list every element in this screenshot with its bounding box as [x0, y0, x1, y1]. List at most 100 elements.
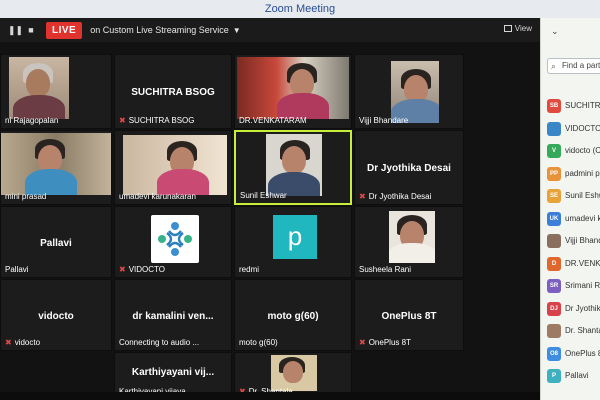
participant-video: [123, 135, 227, 195]
participant-tile[interactable]: ni Rajagopalan: [0, 54, 112, 129]
participant-list-name: Sunil Eshw: [565, 191, 600, 200]
participant-name: umadevi karunakaran: [119, 192, 196, 201]
participant-tile[interactable]: SUCHITRA BSOG ✖ SUCHITRA BSOG: [114, 54, 232, 129]
participant-name-text: vidocto: [14, 338, 41, 347]
participant-tile[interactable]: ✖ VIDOCTO: [114, 206, 232, 278]
participant-list-item[interactable]: P Pallavi: [547, 368, 600, 384]
grid-view-icon: [503, 25, 512, 32]
participant-search-input[interactable]: ⌕ Find a parti: [547, 58, 600, 74]
participant-name: moto g(60): [239, 338, 278, 347]
participant-video: [389, 211, 435, 263]
participant-status: Connecting to audio ...: [119, 338, 200, 347]
participant-tile[interactable]: Susheela Rani: [354, 206, 464, 278]
participant-list-name: Srimani Raja: [565, 281, 600, 290]
avatar: UK: [547, 211, 561, 226]
participant-list-item[interactable]: Vijji Bhandare: [547, 233, 600, 249]
bottom-edge: [0, 392, 540, 400]
mic-muted-icon: ✖: [359, 192, 366, 201]
vidocto-logo-mark: [158, 222, 192, 256]
participant-name: DR.VENKATARAM: [239, 116, 307, 125]
participant-tile[interactable]: moto g(60) moto g(60): [234, 279, 352, 351]
view-button[interactable]: View: [503, 24, 532, 33]
participant-list-item[interactable]: D DR.VENKAT: [547, 256, 600, 272]
participant-list-name: vidocto (C: [565, 146, 600, 155]
participant-name: ✖ VIDOCTO: [119, 265, 165, 274]
zoom-screen: Zoom Meeting ❚❚ ■ LIVE on Custom Live St…: [0, 0, 600, 400]
participant-video: [1, 133, 111, 195]
participant-tile[interactable]: OnePlus 8T ✖ OnePlus 8T: [354, 279, 464, 351]
stream-service-label[interactable]: on Custom Live Streaming Service: [90, 25, 229, 35]
avatar: V: [547, 144, 561, 158]
participant-list-name: umadevi k: [565, 213, 600, 223]
search-icon: ⌕: [551, 61, 557, 71]
participant-search-placeholder: Find a parti: [562, 61, 600, 70]
participant-tile-active-speaker[interactable]: Sunil Eshwar: [234, 130, 352, 205]
participant-name: Sunil Eshwar: [240, 191, 287, 200]
pause-icon[interactable]: ❚❚: [8, 25, 23, 35]
meeting-toolbar: ❚❚ ■ LIVE on Custom Live Streaming Servi…: [0, 18, 540, 42]
participant-tile[interactable]: mini prasad: [0, 130, 112, 205]
avatar: SB: [547, 99, 561, 113]
participant-name-text: SUCHITRA BSOG: [128, 116, 195, 125]
avatar: [547, 324, 561, 338]
participant-tile[interactable]: umadevi karunakaran: [114, 130, 232, 205]
participant-list-name: padmini pr: [565, 168, 600, 178]
participant-tile[interactable]: Vijji Bhandare: [354, 54, 464, 129]
participant-list-item[interactable]: PP padmini pr: [547, 166, 600, 182]
participant-list-item[interactable]: O8 OnePlus 8T: [547, 346, 600, 362]
participant-name: ni Rajagopalan: [5, 116, 59, 125]
participant-name: ✖ vidocto: [5, 338, 40, 347]
participant-list-item[interactable]: UK umadevi k: [547, 211, 600, 227]
participant-video: [9, 57, 69, 119]
participant-list-item[interactable]: Dr. Shantala: [547, 323, 600, 339]
participant-list-item[interactable]: Vvidocto (C: [547, 143, 600, 159]
participant-tile[interactable]: Dr Jyothika Desai ✖ Dr Jyothika Desai: [354, 130, 464, 205]
participant-video: [391, 61, 439, 123]
participant-center-name: Pallavi: [40, 237, 72, 249]
participant-name: Susheela Rani: [359, 265, 412, 274]
participant-center-name: Dr Jyothika Desai: [367, 163, 451, 175]
avatar: [547, 234, 561, 248]
participant-center-name: OnePlus 8T: [381, 310, 437, 322]
participant-list-item[interactable]: SB SUCHITRA: [547, 98, 600, 114]
participant-tile[interactable]: Pallavi Pallavi: [0, 206, 112, 278]
mic-muted-icon: ✖: [359, 338, 366, 347]
participant-center-name: SUCHITRA BSOG: [131, 87, 215, 99]
avatar: D: [547, 256, 561, 271]
participant-center-name: vidocto: [38, 310, 74, 322]
participant-tile[interactable]: dr kamalini ven... Connecting to audio .…: [114, 279, 232, 351]
participant-tile[interactable]: p redmi: [234, 206, 352, 278]
avatar: p: [273, 215, 317, 259]
participant-name: Pallavi: [5, 265, 29, 274]
participant-name-text: OnePlus 8T: [368, 338, 411, 347]
participant-list-item[interactable]: DJ Dr Jyothika: [547, 301, 600, 317]
participant-list-name: DR.VENKAT: [565, 258, 600, 268]
participant-video: [237, 57, 349, 119]
participant-tile[interactable]: DR.VENKATARAM: [234, 54, 352, 129]
participant-list-name: Pallavi: [565, 371, 589, 380]
window-title: Zoom Meeting: [0, 0, 600, 18]
avatar: SR: [547, 279, 561, 293]
participant-list-name: VIDOCTO: [565, 123, 600, 133]
mic-muted-icon: ✖: [119, 265, 126, 274]
avatar: DJ: [547, 301, 561, 316]
avatar: P: [547, 369, 561, 383]
chevron-down-icon[interactable]: ⌄: [551, 26, 559, 37]
participant-list-name: SUCHITRA: [565, 101, 600, 110]
stop-icon[interactable]: ■: [26, 25, 36, 35]
avatar: PP: [547, 166, 561, 181]
mic-muted-icon: ✖: [5, 338, 12, 347]
participant-list-name: Vijji Bhandare: [565, 236, 600, 245]
vidocto-logo: [151, 215, 199, 263]
participant-name: ✖ Dr Jyothika Desai: [359, 192, 431, 201]
live-badge[interactable]: LIVE: [46, 21, 83, 39]
avatar: O8: [547, 346, 561, 361]
participant-list-item[interactable]: VIDOCTO: [547, 121, 600, 137]
participant-tile[interactable]: vidocto ✖ vidocto: [0, 279, 112, 351]
chevron-down-icon[interactable]: ▼: [233, 26, 241, 35]
participant-name: redmi: [239, 265, 260, 274]
participant-list-item[interactable]: SR Srimani Raja: [547, 278, 600, 294]
participant-name: Vijji Bhandare: [359, 116, 409, 125]
avatar: SE: [547, 189, 561, 203]
participant-list-item[interactable]: SE Sunil Eshw: [547, 188, 600, 204]
